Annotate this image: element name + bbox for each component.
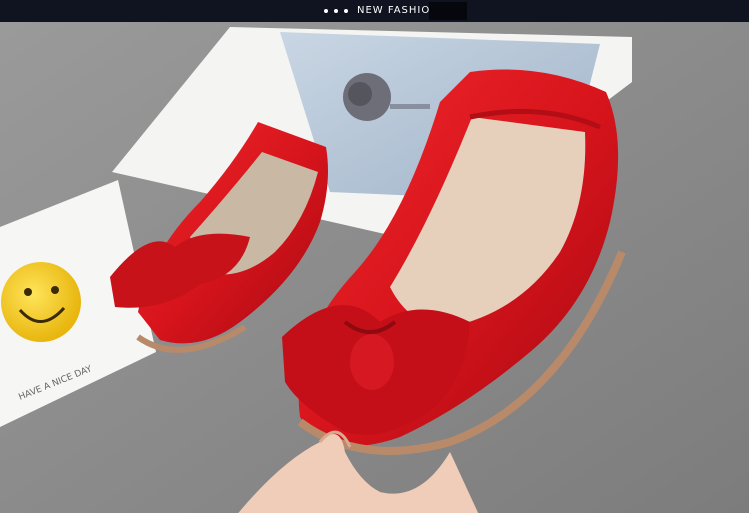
top-banner: NEW FASHION: [0, 0, 749, 22]
banner-dots: [324, 9, 348, 13]
bottom-strip: [0, 513, 749, 517]
product-photo: HAVE A NICE DAY: [0, 22, 749, 517]
smiley-icon: [1, 262, 81, 342]
product-photo-svg: HAVE A NICE DAY: [0, 22, 749, 517]
banner-title: NEW FASHION: [357, 5, 439, 16]
banner-dark-block: [429, 2, 467, 20]
dot-1: [324, 9, 328, 13]
dot-2: [334, 9, 338, 13]
dot-3: [344, 9, 348, 13]
